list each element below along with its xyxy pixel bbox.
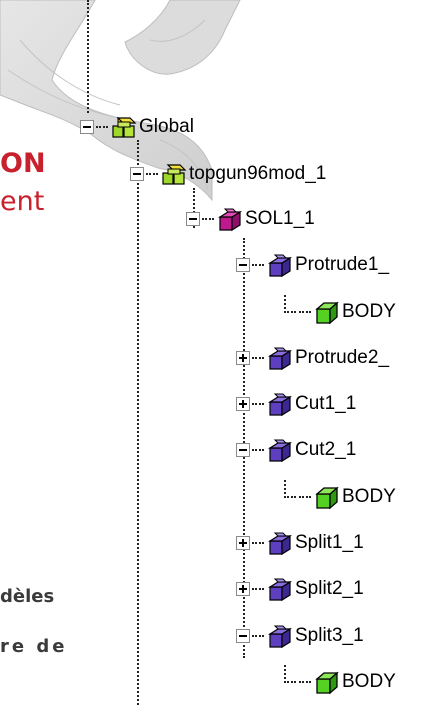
tree-node-label: BODY xyxy=(342,301,396,322)
tree-node-cut1[interactable]: Cut1_1 xyxy=(236,387,356,421)
body-green-cube-icon xyxy=(315,301,339,325)
tree-node-label: topgun96mod_1 xyxy=(189,163,327,184)
feature-purple-icon xyxy=(267,393,293,417)
feature-purple-icon xyxy=(267,578,293,602)
collapse-toggle[interactable] xyxy=(130,167,144,181)
tree-node-label: Cut2_1 xyxy=(295,439,357,460)
tree-node-body[interactable]: BODY xyxy=(280,480,396,514)
expand-toggle[interactable] xyxy=(236,397,250,411)
expand-toggle[interactable] xyxy=(236,536,250,550)
tree-node-label: Split3_1 xyxy=(295,625,364,646)
tree-node-label: BODY xyxy=(342,671,396,692)
slide-body-line-1: dèles xyxy=(0,586,55,607)
collapse-toggle[interactable] xyxy=(236,443,250,457)
tree-node-protrude2[interactable]: Protrude2_ xyxy=(236,341,389,375)
tree-node-label: BODY xyxy=(342,486,396,507)
tree-node-split2[interactable]: Split2_1 xyxy=(236,572,364,606)
tree-node-protrude1[interactable]: Protrude1_ xyxy=(236,248,389,282)
tree-node-topgun96mod-1[interactable]: topgun96mod_1 xyxy=(130,157,326,191)
assembly-yellow-green-icon xyxy=(112,116,137,138)
tree-node-split3[interactable]: Split3_1 xyxy=(236,619,364,653)
assembly-yellow-green-icon xyxy=(162,164,187,185)
feature-purple-icon xyxy=(267,532,293,556)
expand-toggle[interactable] xyxy=(236,582,250,596)
feature-purple-icon xyxy=(267,254,293,278)
feature-purple-icon xyxy=(267,439,293,463)
tree-node-label: Split2_1 xyxy=(295,578,364,599)
tree-node-global[interactable]: Global xyxy=(80,110,194,144)
collapse-toggle[interactable] xyxy=(236,629,250,643)
feature-purple-icon xyxy=(267,347,293,371)
feature-purple-icon xyxy=(267,625,293,649)
tree-node-label: Split1_1 xyxy=(295,532,364,553)
tree-node-cut2[interactable]: Cut2_1 xyxy=(236,433,356,467)
tree-node-body[interactable]: BODY xyxy=(280,295,396,329)
expand-toggle[interactable] xyxy=(236,351,250,365)
tree-node-label: SOL1_1 xyxy=(245,208,315,229)
tree-node-label: Protrude2_ xyxy=(295,347,390,368)
tree-node-label: Protrude1_ xyxy=(295,254,390,275)
tree-node-sol1-1[interactable]: SOL1_1 xyxy=(186,202,315,236)
tree-node-label: Cut1_1 xyxy=(295,393,357,414)
solid-magenta-icon xyxy=(217,208,243,232)
collapse-toggle[interactable] xyxy=(80,120,94,134)
body-green-cube-icon xyxy=(315,671,339,695)
collapse-toggle[interactable] xyxy=(236,258,250,272)
tree-connector xyxy=(137,140,139,705)
slide-subtitle-fragment: ent xyxy=(0,186,45,217)
slide-body-line-2: re de xyxy=(0,636,68,657)
tree-connector xyxy=(87,0,89,113)
body-green-cube-icon xyxy=(315,486,339,510)
tree-node-label: Global xyxy=(139,116,194,137)
slide-title-fragment: ON xyxy=(0,148,46,179)
collapse-toggle[interactable] xyxy=(186,212,200,226)
tree-node-split1[interactable]: Split1_1 xyxy=(236,526,364,560)
tree-node-body[interactable]: BODY xyxy=(280,665,396,699)
